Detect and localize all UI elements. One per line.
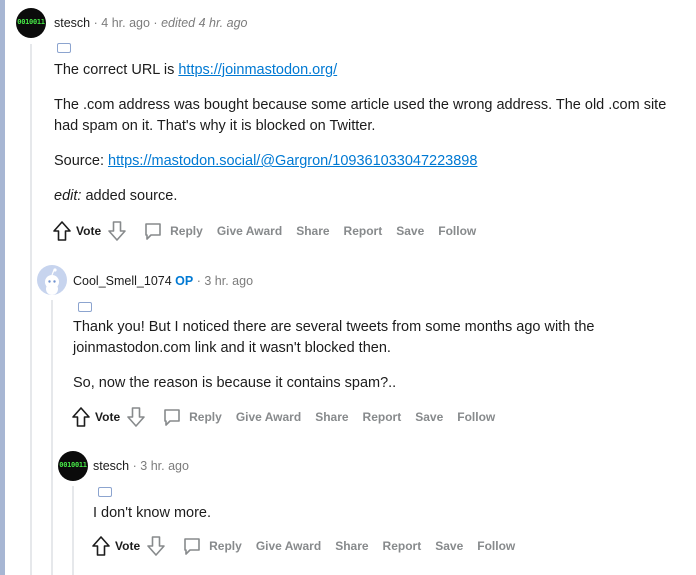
downvote-icon[interactable] — [146, 535, 166, 557]
give-award-button[interactable]: Give Award — [256, 539, 321, 553]
vote-count: Vote — [115, 539, 141, 553]
share-button[interactable]: Share — [335, 539, 368, 553]
meta-separator: · — [196, 274, 201, 288]
user-flair-icon — [78, 302, 92, 312]
avatar[interactable]: 0010011 — [16, 8, 46, 38]
comment-age[interactable]: 3 hr. ago — [204, 274, 253, 288]
author-name[interactable]: Cool_Smell_1074 — [73, 274, 172, 288]
comment-body: I don't know more. — [93, 503, 673, 524]
reply-label: Reply — [189, 410, 222, 424]
comment-actions: Vote Reply Give Award Share Report Save … — [91, 535, 529, 557]
avatar[interactable]: 0010011 — [58, 451, 88, 481]
comment-body: Thank you! But I noticed there are sever… — [73, 317, 673, 394]
reply-label: Reply — [209, 539, 242, 553]
follow-button[interactable]: Follow — [438, 224, 476, 238]
comment-bubble-icon — [164, 409, 180, 426]
save-button[interactable]: Save — [396, 224, 424, 238]
reply-button[interactable]: Reply — [182, 536, 242, 556]
comment-meta: stesch · 4 hr. ago · edited 4 hr. ago — [54, 16, 248, 30]
body-text: added source. — [81, 188, 178, 204]
body-text: I don't know more. — [93, 505, 212, 521]
follow-button[interactable]: Follow — [457, 410, 495, 424]
comment-actions: Vote Reply Give Award Share Report Save … — [52, 220, 490, 242]
edit-emphasis: edit: — [54, 188, 82, 204]
body-text: Source: — [54, 153, 108, 169]
comment-stesch-2: 0010011 stesch · 3 hr. ago I don't know … — [0, 445, 696, 575]
body-text: Thank you! But I noticed there are sever… — [73, 319, 595, 356]
author-name[interactable]: stesch — [93, 459, 129, 473]
snoo-avatar-icon — [45, 268, 59, 295]
give-award-button[interactable]: Give Award — [236, 410, 301, 424]
save-button[interactable]: Save — [415, 410, 443, 424]
reply-button[interactable]: Reply — [162, 407, 222, 427]
comment-meta: stesch · 3 hr. ago — [93, 459, 189, 473]
body-text: The .com address was bought because some… — [54, 97, 667, 134]
reply-label: Reply — [170, 224, 203, 238]
share-button[interactable]: Share — [296, 224, 329, 238]
body-text: So, now the reason is because it contain… — [73, 375, 397, 391]
comment-meta: Cool_Smell_1074 OP · 3 hr. ago — [73, 274, 253, 288]
user-flair-icon — [98, 487, 112, 497]
comment-bubble-icon — [145, 223, 161, 240]
meta-separator: · — [93, 16, 98, 30]
upvote-icon[interactable] — [52, 220, 72, 242]
vote-count: Vote — [95, 410, 121, 424]
report-button[interactable]: Report — [344, 224, 383, 238]
reply-button[interactable]: Reply — [143, 221, 203, 241]
comment-bubble-icon — [184, 538, 200, 555]
meta-separator: · — [132, 459, 137, 473]
downvote-icon[interactable] — [107, 220, 127, 242]
downvote-icon[interactable] — [126, 406, 146, 428]
comment-actions: Vote Reply Give Award Share Report Save … — [71, 406, 509, 428]
comment-age[interactable]: 3 hr. ago — [140, 459, 189, 473]
comment-stesch-1: 0010011 stesch · 4 hr. ago · edited 4 hr… — [0, 0, 696, 250]
upvote-icon[interactable] — [71, 406, 91, 428]
body-text: The correct URL is — [54, 62, 179, 78]
upvote-icon[interactable] — [91, 535, 111, 557]
comment-body: The correct URL is https://joinmastodon.… — [54, 60, 684, 207]
share-button[interactable]: Share — [315, 410, 348, 424]
avatar-text: 0010011 — [17, 18, 45, 26]
author-name[interactable]: stesch — [54, 16, 90, 30]
vote-count: Vote — [76, 224, 102, 238]
op-badge: OP — [175, 274, 194, 288]
avatar-text: 0010011 — [59, 461, 87, 469]
avatar[interactable] — [37, 265, 67, 295]
meta-separator: · — [153, 16, 158, 30]
user-flair-icon — [57, 43, 71, 53]
link-source[interactable]: https://mastodon.social/@Gargron/1093610… — [108, 153, 477, 169]
report-button[interactable]: Report — [363, 410, 402, 424]
link-joinmastodon[interactable]: https://joinmastodon.org/ — [178, 62, 337, 78]
report-button[interactable]: Report — [383, 539, 422, 553]
comment-cool-smell: Cool_Smell_1074 OP · 3 hr. ago Thank you… — [0, 255, 696, 435]
edited-label: edited 4 hr. ago — [161, 16, 248, 30]
follow-button[interactable]: Follow — [477, 539, 515, 553]
save-button[interactable]: Save — [435, 539, 463, 553]
comment-age[interactable]: 4 hr. ago — [101, 16, 150, 30]
give-award-button[interactable]: Give Award — [217, 224, 282, 238]
